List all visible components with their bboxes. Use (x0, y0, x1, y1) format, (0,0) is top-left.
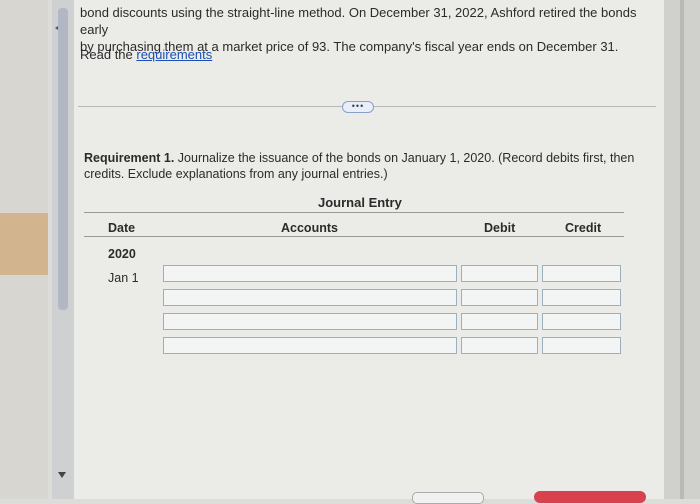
table-header-rule (84, 236, 624, 237)
account-input-2[interactable] (163, 289, 457, 306)
read-prefix: Read the (80, 47, 137, 62)
intro-line-1: bond discounts using the straight-line m… (80, 5, 637, 37)
secondary-action-button[interactable] (412, 492, 484, 504)
scrollbar-thumb[interactable] (58, 8, 68, 310)
right-background (664, 0, 700, 499)
left-background (0, 0, 48, 499)
question-panel: bond discounts using the straight-line m… (74, 0, 664, 504)
header-accounts: Accounts (281, 221, 338, 235)
scroll-down-arrow-icon[interactable] (58, 472, 66, 478)
entry-year: 2020 (108, 247, 136, 261)
credit-input-1[interactable] (542, 265, 621, 282)
debit-input-2[interactable] (461, 289, 538, 306)
debit-input-4[interactable] (461, 337, 538, 354)
account-input-3[interactable] (163, 313, 457, 330)
vertical-scrollbar[interactable] (52, 0, 74, 499)
account-input-1[interactable] (163, 265, 457, 282)
expand-more-button[interactable]: ••• (342, 101, 374, 113)
journal-entry-title: Journal Entry (318, 195, 402, 210)
entry-date: Jan 1 (108, 271, 139, 285)
header-debit: Debit (484, 221, 516, 235)
primary-action-button[interactable] (534, 491, 646, 503)
credit-input-4[interactable] (542, 337, 621, 354)
requirement-label: Requirement 1. (84, 151, 175, 165)
header-credit: Credit (565, 221, 602, 235)
right-edge-line (680, 0, 684, 499)
debit-input-3[interactable] (461, 313, 538, 330)
table-top-rule (84, 212, 624, 213)
account-input-4[interactable] (163, 337, 457, 354)
read-requirements: Read the requirements (80, 47, 212, 62)
credit-input-2[interactable] (542, 289, 621, 306)
requirement-instructions: Requirement 1. Journalize the issuance o… (84, 150, 644, 182)
debit-input-1[interactable] (461, 265, 538, 282)
left-accent-band (0, 213, 48, 275)
credit-input-3[interactable] (542, 313, 621, 330)
requirements-link[interactable]: requirements (136, 47, 212, 62)
header-date: Date (108, 221, 136, 235)
